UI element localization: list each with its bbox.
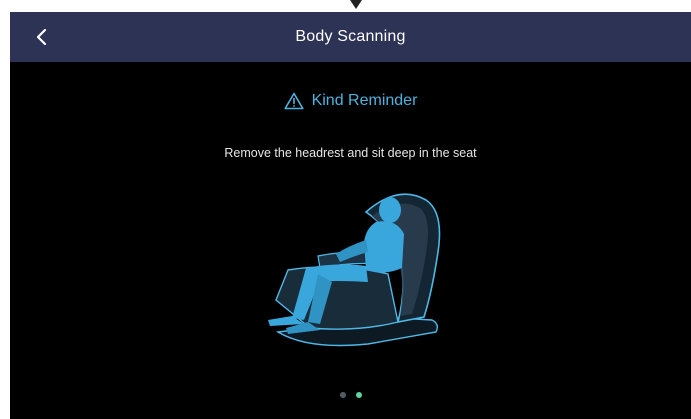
warning-triangle-icon (283, 92, 304, 110)
page-indicator (10, 392, 691, 398)
page-title: Body Scanning (295, 28, 406, 45)
top-marker (350, 0, 362, 9)
reminder-title: Kind Reminder (311, 92, 418, 109)
chevron-left-icon (36, 28, 47, 46)
reminder-heading: Kind Reminder (10, 92, 691, 110)
instruction-text: Remove the headrest and sit deep in the … (224, 146, 477, 160)
header-bar: Body Scanning (10, 12, 691, 62)
back-button[interactable] (28, 23, 56, 51)
device-screen: Body Scanning Kind Reminder Remove the h… (10, 12, 691, 419)
page-dot-2-active[interactable] (355, 392, 362, 398)
page-dot-1[interactable] (339, 392, 346, 398)
massage-chair-illustration (268, 193, 441, 347)
